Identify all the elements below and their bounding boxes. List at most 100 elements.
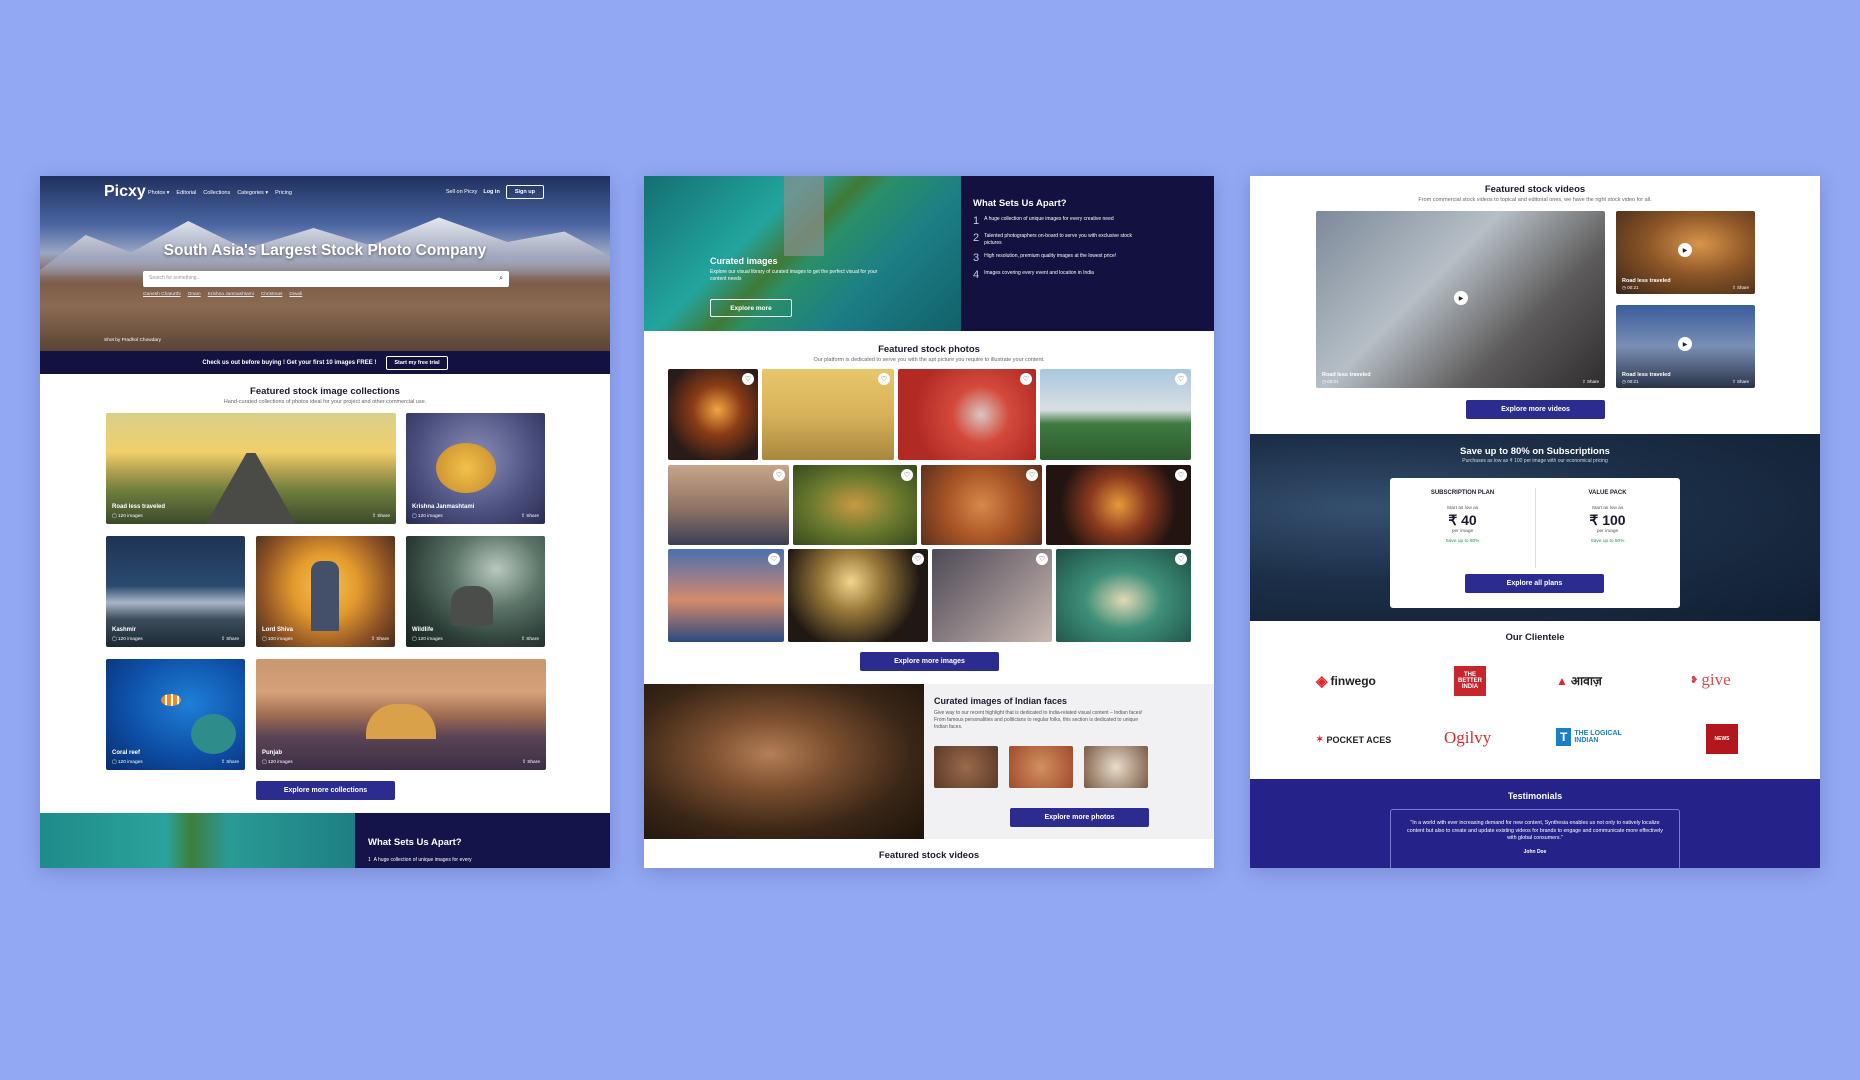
- photo-tile[interactable]: ♡: [788, 549, 928, 642]
- hero-banner: Picxy Photos ▾ Editorial Collections Cat…: [40, 176, 610, 351]
- video-duration: ◷ 00:21: [1622, 285, 1639, 290]
- explore-photos-button[interactable]: Explore more photos: [1010, 808, 1149, 827]
- search-icon[interactable]: ⌕: [499, 275, 503, 283]
- heart-icon[interactable]: ♡: [1175, 553, 1187, 565]
- face-thumbnail[interactable]: [934, 746, 998, 788]
- collection-card[interactable]: Wildlife ▢ 120 images ⇪ Share: [406, 536, 545, 647]
- apart-item: 1A huge collection of unique images for …: [973, 215, 1114, 227]
- share-link[interactable]: ⇪ Share: [1732, 379, 1749, 385]
- potter-image: [644, 684, 924, 839]
- explore-more-button[interactable]: Explore more: [710, 299, 792, 317]
- share-link[interactable]: ⇪ Share: [221, 760, 239, 765]
- play-icon[interactable]: ▶: [1454, 291, 1468, 305]
- photo-tile[interactable]: ♡: [1040, 369, 1191, 460]
- heart-icon[interactable]: ♡: [912, 553, 924, 565]
- photo-tile[interactable]: ♡: [668, 549, 784, 642]
- plan-value-pack[interactable]: VALUE PACK Start as low as ₹ 100 per ima…: [1535, 490, 1680, 544]
- photo-tile[interactable]: ♡: [762, 369, 894, 460]
- photo-tile[interactable]: ♡: [668, 465, 789, 545]
- share-link[interactable]: ⇪ Share: [521, 637, 539, 642]
- krishna-figure: [436, 443, 496, 493]
- sell-link[interactable]: Sell on Picxy: [446, 189, 478, 195]
- share-link[interactable]: ⇪ Share: [371, 637, 389, 642]
- heart-icon[interactable]: ♡: [1026, 469, 1038, 481]
- videos-subtitle: From commercial stock videos to topical …: [1418, 197, 1652, 203]
- testimonial-quote: "In a world with ever increasing demand …: [1407, 820, 1663, 842]
- video-card[interactable]: ▶ Road less traveled ◷ 00:21 ⇪ Share: [1616, 305, 1755, 388]
- heart-icon[interactable]: ♡: [1020, 373, 1032, 385]
- explore-collections-button[interactable]: Explore more collections: [256, 781, 395, 800]
- nav-collections[interactable]: Collections: [203, 190, 230, 196]
- tag[interactable]: Onam: [188, 292, 201, 297]
- collection-name: Kashmir: [112, 627, 137, 633]
- heart-icon[interactable]: ♡: [1175, 469, 1187, 481]
- apart-item: 4 Images covering every event and locatio…: [973, 268, 1094, 281]
- client-logo-ogilvy: Ogilvy: [1444, 728, 1492, 747]
- share-link[interactable]: ⇪ Share: [522, 760, 540, 765]
- collection-card[interactable]: Kashmir ▢ 120 images ⇪ Share: [106, 536, 245, 647]
- search-input[interactable]: Search for something... ⌕: [143, 271, 509, 287]
- face-thumbnail[interactable]: [1009, 746, 1073, 788]
- photo-tile[interactable]: ♡: [1046, 465, 1191, 545]
- explore-plans-button[interactable]: Explore all plans: [1465, 574, 1604, 593]
- client-logo-logical-indian: T THE LOGICAL INDIAN: [1556, 728, 1636, 746]
- share-link[interactable]: ⇪ Share: [221, 637, 239, 642]
- video-card[interactable]: ▶ Road less traveled ◷ 00:21 ⇪ Share: [1616, 211, 1755, 294]
- signup-button[interactable]: Sign up: [505, 185, 544, 199]
- heart-icon[interactable]: ♡: [768, 553, 780, 565]
- top-right-actions: Sell on Picxy Log in Sign up: [446, 185, 544, 199]
- photo-tile[interactable]: ♡: [921, 465, 1042, 545]
- homepage-panel-1: Picxy Photos ▾ Editorial Collections Cat…: [40, 176, 610, 868]
- nav-editorial[interactable]: Editorial: [176, 190, 196, 196]
- photo-tile[interactable]: ♡: [793, 465, 917, 545]
- video-duration: ◷ 00:21: [1322, 379, 1339, 384]
- photo-tile[interactable]: ♡: [898, 369, 1036, 460]
- login-link[interactable]: Log in: [483, 189, 500, 195]
- videos-header: Featured stock videos From commercial st…: [1250, 184, 1820, 203]
- faces-section: Curated images of Indian faces Give way …: [644, 684, 1214, 839]
- client-logo-pocket-aces: ✶ POCKET ACES: [1316, 734, 1392, 745]
- promo-bar: Check us out before buying ! Get your fi…: [40, 351, 610, 374]
- share-link[interactable]: ⇪ Share: [1582, 379, 1599, 385]
- collection-card[interactable]: Lord Shiva ▢ 100 images ⇪ Share: [256, 536, 395, 647]
- free-trial-button[interactable]: Start my free trial: [386, 355, 448, 370]
- trending-tags: Ganesh Chaturthi Onam Krishna Janmashtam…: [143, 292, 302, 297]
- share-link[interactable]: ⇪ Share: [521, 514, 539, 519]
- video-card[interactable]: ▶ Road less traveled ◷ 00:21 ⇪ Share: [1316, 211, 1605, 388]
- tag[interactable]: Christmas: [261, 292, 283, 297]
- nav-photos[interactable]: Photos ▾: [148, 190, 169, 196]
- tag[interactable]: Ganesh Chaturthi: [143, 292, 181, 297]
- share-link[interactable]: ⇪ Share: [372, 514, 390, 519]
- tag[interactable]: Diwali: [289, 292, 302, 297]
- collection-name: Road less traveled: [112, 504, 166, 510]
- share-link[interactable]: ⇪ Share: [1732, 285, 1749, 291]
- nav-pricing[interactable]: Pricing: [275, 190, 292, 196]
- heart-icon[interactable]: ♡: [1175, 373, 1187, 385]
- heart-icon[interactable]: ♡: [878, 373, 890, 385]
- logo[interactable]: Picxy: [104, 183, 146, 201]
- explore-videos-button[interactable]: Explore more videos: [1466, 400, 1605, 419]
- heart-icon[interactable]: ♡: [742, 373, 754, 385]
- play-icon[interactable]: ▶: [1678, 337, 1692, 351]
- heart-icon[interactable]: ♡: [901, 469, 913, 481]
- give-icon: ❥: [1690, 674, 1699, 686]
- video-name: Road less traveled: [1622, 372, 1671, 378]
- photo-tile[interactable]: ♡: [1056, 549, 1191, 642]
- collection-card[interactable]: Punjab ▢ 120 images ⇪ Share: [256, 659, 546, 770]
- heart-icon[interactable]: ♡: [773, 469, 785, 481]
- photo-tile[interactable]: ♡: [668, 369, 758, 460]
- client-logo-news: NEWS: [1706, 724, 1738, 754]
- photo-tile[interactable]: ♡: [932, 549, 1052, 642]
- plans-card: SUBSCRIPTION PLAN Start as low as ₹ 40 p…: [1390, 478, 1680, 608]
- tag[interactable]: Krishna Janmashtami: [208, 292, 254, 297]
- collection-card[interactable]: Coral reef ▢ 120 images ⇪ Share: [106, 659, 245, 770]
- heart-icon[interactable]: ♡: [1036, 553, 1048, 565]
- nav-categories[interactable]: Categories ▾: [237, 190, 268, 196]
- face-thumbnail[interactable]: [1084, 746, 1148, 788]
- plan-subscription[interactable]: SUBSCRIPTION PLAN Start as low as ₹ 40 p…: [1390, 490, 1535, 544]
- collection-card[interactable]: Krishna Janmashtami ▢ 120 images ⇪ Share: [406, 413, 545, 524]
- video-duration: ◷ 00:21: [1622, 379, 1639, 384]
- collection-card[interactable]: Road less traveled ▢ 120 images ⇪ Share: [106, 413, 396, 524]
- play-icon[interactable]: ▶: [1678, 243, 1692, 257]
- explore-images-button[interactable]: Explore more images: [860, 652, 999, 671]
